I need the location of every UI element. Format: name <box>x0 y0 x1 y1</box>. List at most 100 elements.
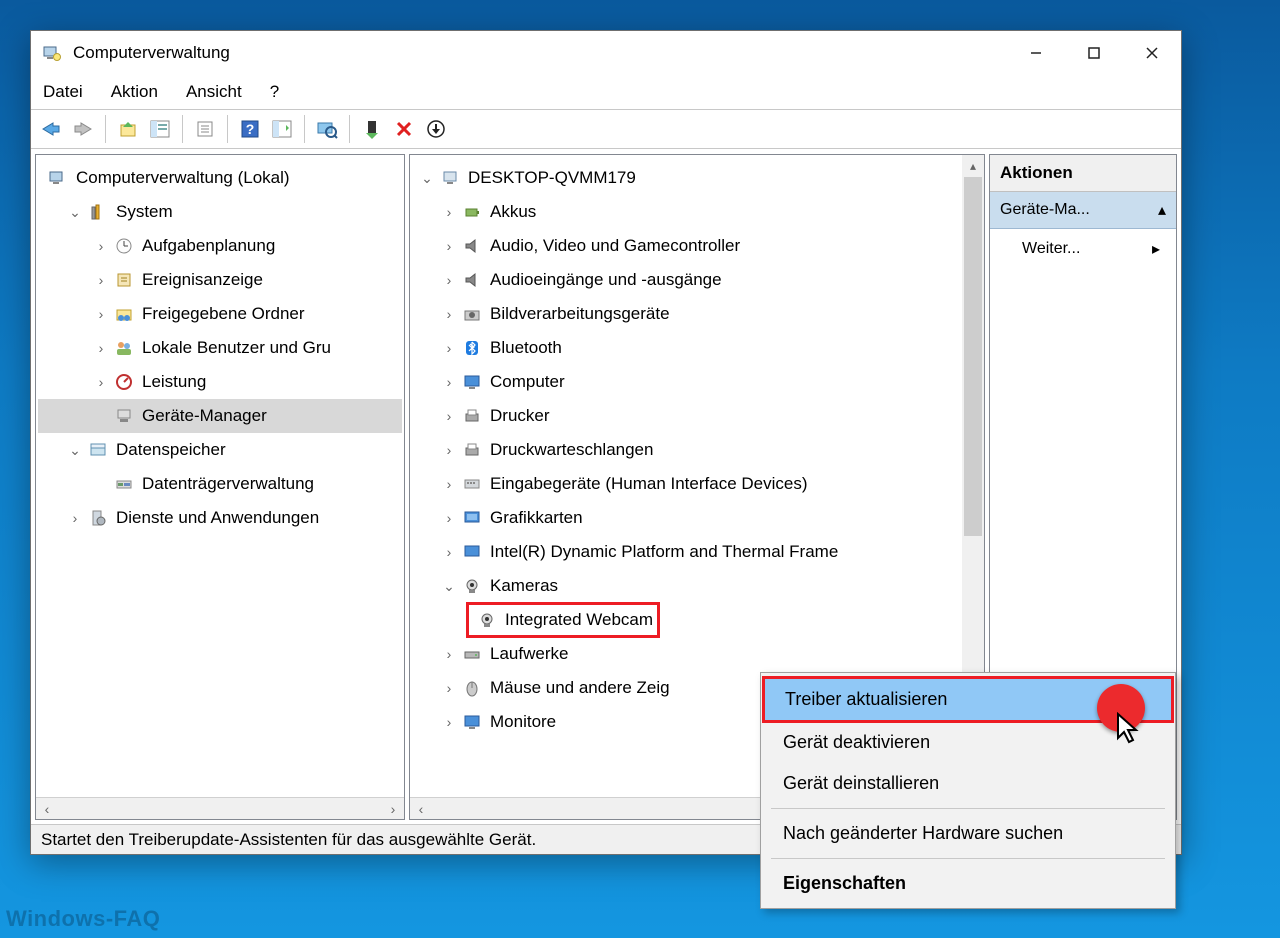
back-button[interactable] <box>37 115 65 143</box>
printer-icon <box>460 438 484 462</box>
gpu-icon <box>460 506 484 530</box>
expand-icon[interactable]: › <box>66 510 84 526</box>
actions-header: Aktionen <box>990 155 1176 192</box>
device-manager-icon <box>112 404 136 428</box>
expand-icon[interactable]: › <box>440 306 458 322</box>
expand-icon[interactable]: › <box>440 544 458 560</box>
device-computer[interactable]: ›Computer <box>412 365 962 399</box>
expand-icon[interactable]: › <box>440 204 458 220</box>
maximize-button[interactable] <box>1065 31 1123 75</box>
minimize-button[interactable] <box>1007 31 1065 75</box>
window-title: Computerverwaltung <box>73 43 1007 63</box>
expand-icon[interactable]: › <box>92 374 110 390</box>
expand-icon[interactable]: › <box>440 714 458 730</box>
menubar: Datei Aktion Ansicht ? <box>31 75 1181 109</box>
computer-icon <box>438 166 462 190</box>
tree-system[interactable]: ⌄ System <box>38 195 402 229</box>
titlebar[interactable]: Computerverwaltung <box>31 31 1181 75</box>
menu-action[interactable]: Aktion <box>111 82 158 102</box>
tree-disk-mgmt[interactable]: ›Datenträgerverwaltung <box>38 467 402 501</box>
show-hide-tree-button[interactable] <box>146 115 174 143</box>
expand-icon[interactable]: › <box>440 646 458 662</box>
expand-icon[interactable]: › <box>92 306 110 322</box>
svg-text:?: ? <box>246 121 255 137</box>
tree-storage[interactable]: ⌄Datenspeicher <box>38 433 402 467</box>
device-display-adapters[interactable]: ›Grafikkarten <box>412 501 962 535</box>
tree-root[interactable]: Computerverwaltung (Lokal) <box>38 161 402 195</box>
device-intel-dptf[interactable]: ›Intel(R) Dynamic Platform and Thermal F… <box>412 535 962 569</box>
menu-help[interactable]: ? <box>270 82 279 102</box>
menu-view[interactable]: Ansicht <box>186 82 242 102</box>
storage-icon <box>86 438 110 462</box>
device-integrated-webcam[interactable]: Integrated Webcam <box>412 603 962 637</box>
properties-button[interactable] <box>191 115 219 143</box>
expand-icon[interactable]: › <box>440 238 458 254</box>
ctx-properties[interactable]: Eigenschaften <box>763 863 1173 904</box>
tree-shared-folders[interactable]: ›Freigegebene Ordner <box>38 297 402 331</box>
expand-icon[interactable]: › <box>92 340 110 356</box>
left-pane: Computerverwaltung (Lokal) ⌄ System ›Auf… <box>35 154 405 820</box>
device-print-queues[interactable]: ›Druckwarteschlangen <box>412 433 962 467</box>
expand-icon[interactable]: › <box>440 408 458 424</box>
ctx-scan-hardware[interactable]: Nach geänderter Hardware suchen <box>763 813 1173 854</box>
expand-icon[interactable]: › <box>440 442 458 458</box>
shared-folder-icon <box>112 302 136 326</box>
expand-icon[interactable]: › <box>92 272 110 288</box>
device-disk-drives[interactable]: ›Laufwerke <box>412 637 962 671</box>
enable-device-button[interactable] <box>358 115 386 143</box>
expand-icon[interactable]: › <box>92 238 110 254</box>
help-button[interactable]: ? <box>236 115 264 143</box>
device-bluetooth[interactable]: ›Bluetooth <box>412 331 962 365</box>
collapse-icon[interactable]: ⌄ <box>66 204 84 221</box>
tree-services-apps[interactable]: ›Dienste und Anwendungen <box>38 501 402 535</box>
refresh-button[interactable] <box>268 115 296 143</box>
tree-performance[interactable]: ›Leistung <box>38 365 402 399</box>
collapse-icon[interactable]: ⌄ <box>418 170 436 187</box>
toolbar: ? <box>31 109 1181 149</box>
device-batteries[interactable]: ›Akkus <box>412 195 962 229</box>
actions-more[interactable]: Weiter...▸ <box>990 229 1176 269</box>
console-tree[interactable]: Computerverwaltung (Lokal) ⌄ System ›Auf… <box>36 155 404 797</box>
tree-device-manager[interactable]: ›Geräte-Manager <box>38 399 402 433</box>
menu-file[interactable]: Datei <box>43 82 83 102</box>
scrollbar-horizontal[interactable]: ‹› <box>36 797 404 819</box>
device-printers[interactable]: ›Drucker <box>412 399 962 433</box>
webcam-icon <box>475 608 499 632</box>
expand-icon[interactable]: › <box>440 476 458 492</box>
tree-task-scheduler[interactable]: ›Aufgabenplanung <box>38 229 402 263</box>
bluetooth-icon <box>460 336 484 360</box>
close-button[interactable] <box>1123 31 1181 75</box>
cursor-icon <box>1116 712 1144 746</box>
collapse-icon[interactable]: ⌄ <box>66 442 84 459</box>
device-audio-io[interactable]: ›Audioeingänge und -ausgänge <box>412 263 962 297</box>
clock-icon <box>112 234 136 258</box>
device-cameras[interactable]: ⌄Kameras <box>412 569 962 603</box>
tree-local-users[interactable]: ›Lokale Benutzer und Gru <box>38 331 402 365</box>
camera-icon <box>460 302 484 326</box>
actions-category[interactable]: Geräte-Ma...▴ <box>990 192 1176 229</box>
collapse-icon[interactable]: ⌄ <box>440 578 458 595</box>
uninstall-device-button[interactable] <box>390 115 418 143</box>
speaker-icon <box>460 268 484 292</box>
device-audio-video[interactable]: ›Audio, Video und Gamecontroller <box>412 229 962 263</box>
computer-mgmt-icon <box>46 166 70 190</box>
expand-icon[interactable]: › <box>440 340 458 356</box>
up-button[interactable] <box>114 115 142 143</box>
tree-event-viewer[interactable]: ›Ereignisanzeige <box>38 263 402 297</box>
expand-icon[interactable]: › <box>440 680 458 696</box>
collapse-icon: ▴ <box>1158 200 1166 220</box>
battery-icon <box>460 200 484 224</box>
ctx-uninstall-device[interactable]: Gerät deinstallieren <box>763 763 1173 804</box>
device-root[interactable]: ⌄DESKTOP-QVMM179 <box>412 161 962 195</box>
update-driver-button[interactable] <box>422 115 450 143</box>
event-icon <box>112 268 136 292</box>
speaker-icon <box>460 234 484 258</box>
expand-icon[interactable]: › <box>440 272 458 288</box>
monitor-icon <box>460 540 484 564</box>
expand-icon[interactable]: › <box>440 510 458 526</box>
device-hid[interactable]: ›Eingabegeräte (Human Interface Devices) <box>412 467 962 501</box>
device-imaging[interactable]: ›Bildverarbeitungsgeräte <box>412 297 962 331</box>
scan-hardware-button[interactable] <box>313 115 341 143</box>
expand-icon[interactable]: › <box>440 374 458 390</box>
forward-button[interactable] <box>69 115 97 143</box>
